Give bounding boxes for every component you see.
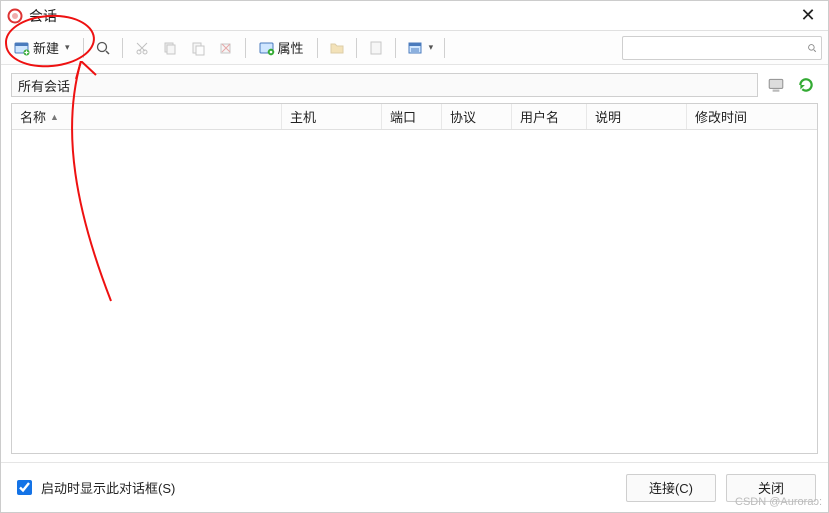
view-button[interactable] xyxy=(402,35,439,61)
col-mtime[interactable]: 修改时间 xyxy=(687,104,817,129)
properties-icon xyxy=(259,40,275,56)
close-button[interactable]: 关闭 xyxy=(726,474,816,502)
search-input[interactable] xyxy=(627,39,807,56)
show-on-start-checkbox[interactable]: 启动时显示此对话框(S) xyxy=(13,477,175,498)
folder-icon xyxy=(329,40,345,56)
show-on-start-label: 启动时显示此对话框(S) xyxy=(41,478,175,497)
copy-icon xyxy=(162,40,178,56)
paste-icon xyxy=(190,40,206,56)
session-dialog: 会话 ✕ 新建 属性 xyxy=(0,0,829,513)
delete-button xyxy=(213,35,239,61)
export-icon xyxy=(368,40,384,56)
app-logo-icon xyxy=(7,8,23,24)
close-window-button[interactable]: ✕ xyxy=(794,2,822,30)
session-list: 名称▲ 主机 端口 协议 用户名 说明 修改时间 xyxy=(11,103,818,454)
col-port[interactable]: 端口 xyxy=(382,104,442,129)
search-icon xyxy=(807,40,817,56)
cut-button xyxy=(129,35,155,61)
list-header: 名称▲ 主机 端口 协议 用户名 说明 修改时间 xyxy=(12,104,817,130)
titlebar: 会话 ✕ xyxy=(1,1,828,31)
computer-icon xyxy=(767,76,785,94)
col-desc[interactable]: 说明 xyxy=(587,104,687,129)
reload-button[interactable] xyxy=(794,73,818,97)
magnifier-refresh-icon xyxy=(95,40,111,56)
paste-button xyxy=(185,35,211,61)
col-name[interactable]: 名称▲ xyxy=(12,104,282,129)
connect-button[interactable]: 连接(C) xyxy=(626,474,716,502)
path-bar: 所有会话 xyxy=(11,71,818,99)
col-user[interactable]: 用户名 xyxy=(512,104,587,129)
folder-button xyxy=(324,35,350,61)
bottom-bar: 启动时显示此对话框(S) 连接(C) 关闭 xyxy=(1,462,828,512)
col-proto[interactable]: 协议 xyxy=(442,104,512,129)
path-text: 所有会话 xyxy=(18,76,70,95)
sort-asc-icon: ▲ xyxy=(50,112,59,122)
show-on-start-input[interactable] xyxy=(17,480,32,495)
new-label: 新建 xyxy=(33,38,59,57)
toolbar: 新建 属性 xyxy=(1,31,828,65)
view-icon xyxy=(407,40,423,56)
new-button[interactable]: 新建 xyxy=(7,35,77,61)
window-title: 会话 xyxy=(29,6,57,26)
refresh-button[interactable] xyxy=(90,35,116,61)
properties-button[interactable]: 属性 xyxy=(252,35,311,61)
computer-button[interactable] xyxy=(764,73,788,97)
delete-icon xyxy=(218,40,234,56)
list-body[interactable] xyxy=(12,130,817,453)
reload-icon xyxy=(797,76,815,94)
col-host[interactable]: 主机 xyxy=(282,104,382,129)
copy-button xyxy=(157,35,183,61)
properties-label: 属性 xyxy=(278,38,304,57)
path-display[interactable]: 所有会话 xyxy=(11,73,758,97)
cut-icon xyxy=(134,40,150,56)
new-session-icon xyxy=(14,40,30,56)
export-button xyxy=(363,35,389,61)
search-box[interactable] xyxy=(622,36,822,60)
